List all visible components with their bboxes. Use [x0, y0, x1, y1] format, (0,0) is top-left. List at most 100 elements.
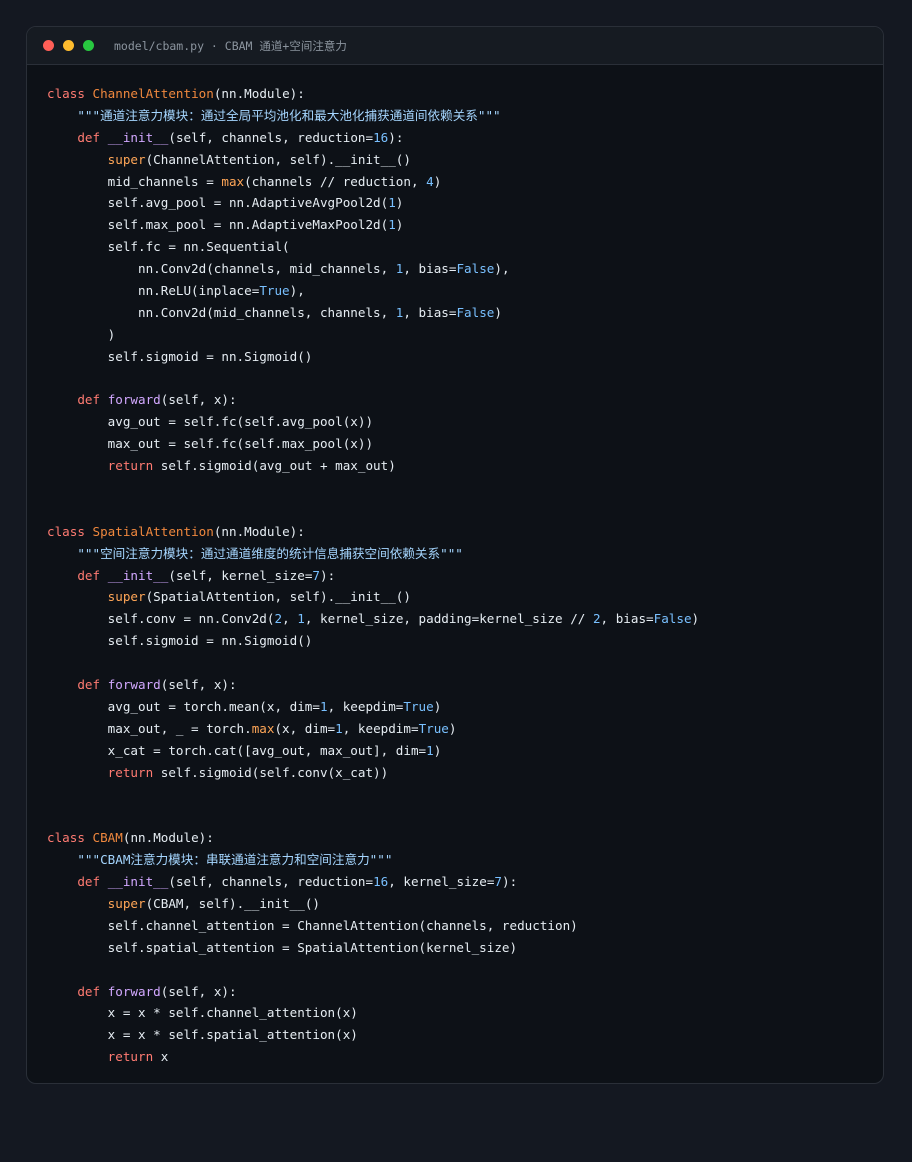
code-token: avg_out = self.fc(self.avg_pool(x))	[47, 414, 374, 430]
code-token: self.sigmoid(avg_out + max_out)	[153, 458, 396, 474]
code-token: ),	[494, 261, 510, 277]
code-token: def	[77, 677, 101, 693]
code-token: 4	[426, 173, 434, 189]
code-token: self.sigmoid = nn.Sigmoid()	[47, 348, 313, 364]
code-token: ):	[388, 129, 404, 145]
code-line: super(CBAM, self).__init__()	[47, 893, 873, 915]
code-line: nn.Conv2d(mid_channels, channels, 1, bia…	[47, 302, 873, 324]
code-token: self.channel_attention = ChannelAttentio…	[47, 917, 578, 933]
code-line: class SpatialAttention(nn.Module):	[47, 521, 873, 543]
code-token: False	[456, 261, 495, 277]
code-token: (self, x):	[160, 677, 237, 693]
code-token: class	[47, 523, 85, 539]
code-token: class	[47, 830, 85, 846]
code-line: return self.sigmoid(avg_out + max_out)	[47, 455, 873, 477]
code-token: (ChannelAttention, self).__init__()	[145, 151, 411, 167]
code-line: self.conv = nn.Conv2d(2, 1, kernel_size,…	[47, 608, 873, 630]
code-token: , bias=	[403, 304, 457, 320]
code-token: nn.Conv2d(channels, mid_channels,	[47, 261, 396, 277]
code-token: max	[251, 720, 275, 736]
code-token: )	[395, 195, 404, 211]
code-token: (self, channels, reduction=	[168, 129, 374, 145]
minimize-dot-icon[interactable]	[63, 40, 74, 51]
code-line: def forward(self, x):	[47, 981, 873, 1003]
code-line: super(ChannelAttention, self).__init__()	[47, 149, 873, 171]
code-line: self.channel_attention = ChannelAttentio…	[47, 915, 873, 937]
code-token: (CBAM, self).__init__()	[145, 895, 320, 911]
code-line: return x	[47, 1046, 873, 1068]
code-line: def __init__(self, kernel_size=7):	[47, 565, 873, 587]
code-line: )	[47, 324, 873, 346]
code-token: ChannelAttention	[92, 86, 214, 101]
code-token: )	[433, 173, 442, 189]
code-token: __init__	[107, 874, 169, 890]
code-token: """CBAM注意力模块：串联通道注意力和空间注意力"""	[47, 852, 393, 868]
code-line: def forward(self, x):	[47, 389, 873, 411]
code-line: def __init__(self, channels, reduction=1…	[47, 871, 873, 893]
code-token: forward	[107, 983, 161, 999]
code-token: forward	[107, 392, 161, 408]
code-token: self.sigmoid(self.conv(x_cat))	[153, 764, 389, 780]
code-line: class ChannelAttention(nn.Module):	[47, 83, 873, 105]
code-token: )	[691, 611, 700, 627]
code-token: )	[494, 304, 502, 320]
code-line: """通道注意力模块：通过全局平均池化和最大池化捕获通道间依赖关系"""	[47, 105, 873, 127]
code-line: self.sigmoid = nn.Sigmoid()	[47, 630, 873, 652]
code-token: def	[77, 874, 101, 890]
code-line: def forward(self, x):	[47, 674, 873, 696]
code-block[interactable]: class ChannelAttention(nn.Module): """通道…	[47, 83, 873, 1068]
code-line: mid_channels = max(channels // reduction…	[47, 171, 873, 193]
code-token: ):	[320, 567, 336, 583]
code-token: """空间注意力模块：通过通道维度的统计信息捕获空间依赖关系"""	[47, 545, 463, 561]
code-token: )	[47, 326, 116, 342]
code-token: max	[221, 173, 245, 189]
code-token: return	[107, 764, 154, 780]
code-token: 1	[388, 217, 396, 233]
code-token: nn.Conv2d(mid_channels, channels,	[47, 304, 396, 320]
code-token: def	[77, 983, 101, 999]
code-token: (self, x):	[160, 983, 237, 999]
code-token: super	[107, 589, 146, 605]
code-token: )	[433, 742, 442, 758]
code-token: True	[259, 283, 290, 299]
code-token: (nn.Module):	[213, 86, 305, 101]
code-line: avg_out = self.fc(self.avg_pool(x))	[47, 411, 873, 433]
code-token: (channels // reduction,	[244, 173, 427, 189]
code-token: 1	[335, 720, 343, 736]
code-token: )	[395, 217, 404, 233]
close-dot-icon[interactable]	[43, 40, 54, 51]
code-token: , kernel_size, padding=kernel_size //	[304, 611, 593, 627]
code-token: 2	[592, 611, 601, 627]
maximize-dot-icon[interactable]	[83, 40, 94, 51]
code-token: def	[77, 129, 101, 145]
code-token: 1	[319, 698, 328, 714]
code-token: mid_channels =	[47, 173, 222, 189]
code-token: (SpatialAttention, self).__init__()	[145, 589, 411, 605]
code-token: max_out, _ = torch.	[47, 720, 252, 736]
code-token: self.spatial_attention = SpatialAttentio…	[47, 939, 518, 955]
code-token: x	[153, 1049, 169, 1065]
code-token: 1	[426, 742, 434, 758]
code-line: def __init__(self, channels, reduction=1…	[47, 127, 873, 149]
code-token: True	[403, 698, 434, 714]
